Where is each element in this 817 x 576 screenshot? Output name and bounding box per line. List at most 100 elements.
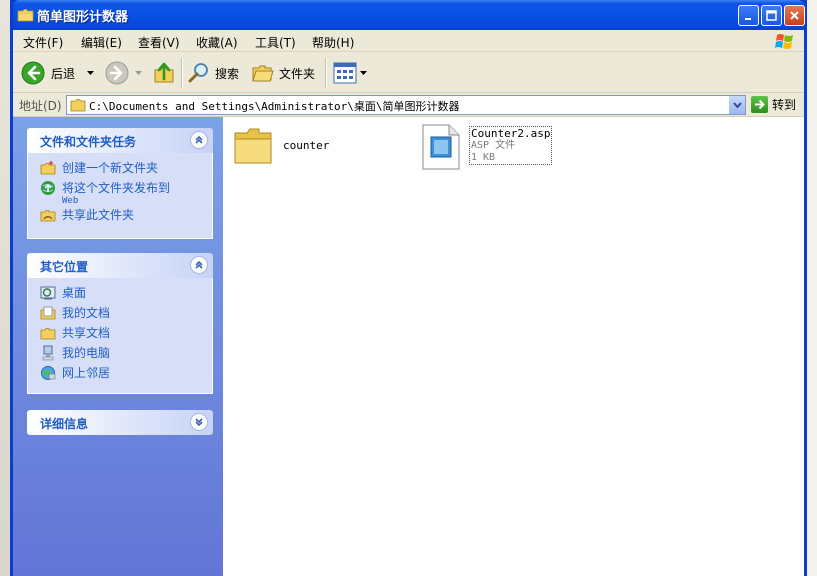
go-arrow-icon bbox=[751, 96, 768, 113]
toolbar-separator bbox=[325, 58, 326, 88]
views-button[interactable] bbox=[333, 60, 367, 86]
address-bar: 地址(D) C:\Documents and Settings\Administ… bbox=[13, 93, 804, 117]
task-label: 共享此文件夹 bbox=[62, 208, 135, 222]
place-label: 桌面 bbox=[62, 286, 87, 300]
file-counter2-asp[interactable]: Counter2.asp ASP 文件 1 KB bbox=[411, 123, 553, 173]
new-folder-icon bbox=[40, 161, 56, 175]
place-label: 我的电脑 bbox=[62, 346, 111, 360]
search-label: 搜索 bbox=[215, 66, 240, 81]
other-places-panel: 其它位置 桌面 我的文档 共享文档 我的电脑 网上邻居 bbox=[27, 253, 213, 394]
address-dropdown-button[interactable] bbox=[728, 96, 745, 114]
toolbar-separator bbox=[181, 58, 182, 88]
place-network[interactable]: 网上邻居 bbox=[40, 364, 212, 384]
file-name: Counter2.asp bbox=[471, 127, 551, 140]
asp-file-icon bbox=[422, 124, 460, 170]
minimize-button[interactable] bbox=[738, 5, 759, 26]
forward-arrow-icon bbox=[105, 61, 129, 85]
folders-icon bbox=[252, 65, 274, 82]
computer-icon bbox=[42, 345, 54, 361]
place-desktop[interactable]: 桌面 bbox=[40, 284, 212, 304]
chevron-up-double-icon bbox=[195, 260, 203, 269]
file-tasks-panel: 文件和文件夹任务 创建一个新文件夹 将这个文件夹发布到 Web 共享此文件夹 bbox=[27, 128, 213, 239]
forward-dropdown-icon[interactable] bbox=[135, 70, 142, 76]
window-title: 简单图形计数器 bbox=[37, 10, 129, 25]
menu-favorites[interactable]: 收藏(A) bbox=[196, 34, 238, 51]
back-label: 后退 bbox=[51, 66, 76, 81]
file-view[interactable]: counter Counter2.asp ASP 文件 1 KB bbox=[223, 117, 804, 576]
maximize-button[interactable] bbox=[761, 5, 782, 26]
network-globe-icon bbox=[41, 366, 56, 380]
chevron-down-double-icon bbox=[195, 418, 203, 427]
collapse-button[interactable] bbox=[190, 131, 208, 149]
task-label: 创建一个新文件夹 bbox=[62, 161, 159, 175]
place-label: 网上邻居 bbox=[62, 366, 111, 380]
desktop-icon bbox=[40, 286, 56, 300]
task-share-folder[interactable]: 共享此文件夹 bbox=[40, 206, 212, 226]
details-title: 详细信息 bbox=[40, 417, 89, 431]
file-size: 1 KB bbox=[471, 152, 496, 163]
other-places-title: 其它位置 bbox=[40, 260, 89, 274]
place-shared-documents[interactable]: 共享文档 bbox=[40, 324, 212, 344]
chevron-up-double-icon bbox=[195, 135, 203, 144]
collapse-button[interactable] bbox=[190, 256, 208, 274]
menu-file[interactable]: 文件(F) bbox=[23, 34, 63, 51]
maximize-icon bbox=[766, 10, 777, 21]
globe-arrow-icon bbox=[41, 181, 55, 195]
task-pane: 文件和文件夹任务 创建一个新文件夹 将这个文件夹发布到 Web 共享此文件夹 其… bbox=[13, 117, 223, 576]
other-places-body: 桌面 我的文档 共享文档 我的电脑 网上邻居 bbox=[27, 278, 213, 394]
go-button[interactable]: 转到 bbox=[751, 96, 796, 113]
go-label: 转到 bbox=[772, 98, 797, 112]
minimize-icon bbox=[744, 17, 751, 20]
explorer-window: 简单图形计数器 文件(F) 编辑(E) 查看(V) 收藏(A) 工具(T) 帮助… bbox=[10, 0, 807, 576]
details-header[interactable]: 详细信息 bbox=[27, 410, 213, 435]
search-icon bbox=[188, 63, 208, 83]
address-input[interactable]: C:\Documents and Settings\Administrator\… bbox=[66, 95, 746, 115]
close-icon bbox=[790, 11, 799, 20]
desktop-background-right bbox=[807, 0, 817, 576]
up-folder-icon bbox=[154, 62, 174, 83]
details-panel: 详细信息 bbox=[27, 410, 213, 435]
other-places-header[interactable]: 其它位置 bbox=[27, 253, 213, 278]
shared-folder-icon bbox=[40, 328, 56, 340]
share-folder-icon bbox=[40, 210, 56, 222]
place-my-computer[interactable]: 我的电脑 bbox=[40, 344, 212, 364]
task-label-main: 将这个文件夹发布到 bbox=[62, 181, 171, 195]
views-grid-icon bbox=[333, 62, 357, 84]
menu-help[interactable]: 帮助(H) bbox=[312, 34, 354, 51]
place-my-documents[interactable]: 我的文档 bbox=[40, 304, 212, 324]
folders-label: 文件夹 bbox=[279, 66, 316, 81]
title-bar[interactable]: 简单图形计数器 bbox=[13, 0, 805, 30]
file-tasks-title: 文件和文件夹任务 bbox=[40, 135, 137, 149]
back-arrow-icon bbox=[21, 61, 45, 85]
folder-icon bbox=[234, 128, 272, 164]
views-dropdown-icon[interactable] bbox=[360, 70, 367, 76]
place-label: 我的文档 bbox=[62, 306, 111, 320]
task-label: 将这个文件夹发布到 Web bbox=[62, 179, 170, 206]
menu-edit[interactable]: 编辑(E) bbox=[81, 34, 122, 51]
toolbar: 后退 搜索 文件夹 bbox=[13, 52, 804, 93]
back-dropdown-icon[interactable] bbox=[87, 70, 95, 76]
menu-view[interactable]: 查看(V) bbox=[138, 34, 180, 51]
address-path: C:\Documents and Settings\Administrator\… bbox=[89, 100, 460, 113]
place-label: 共享文档 bbox=[62, 326, 111, 340]
chevron-down-icon bbox=[732, 102, 742, 108]
file-type: ASP 文件 bbox=[471, 140, 516, 151]
file-name: counter bbox=[283, 139, 330, 152]
folder-icon bbox=[70, 99, 86, 112]
back-button[interactable]: 后退 bbox=[21, 60, 95, 86]
folder-icon bbox=[17, 9, 34, 22]
up-folder-button[interactable] bbox=[152, 60, 176, 86]
file-label-group: Counter2.asp ASP 文件 1 KB bbox=[469, 126, 553, 165]
search-button[interactable]: 搜索 bbox=[187, 60, 239, 86]
documents-icon bbox=[40, 306, 56, 320]
menu-tools[interactable]: 工具(T) bbox=[255, 34, 296, 51]
file-tasks-header[interactable]: 文件和文件夹任务 bbox=[27, 128, 213, 153]
task-new-folder[interactable]: 创建一个新文件夹 bbox=[40, 159, 212, 179]
windows-logo-icon bbox=[775, 34, 793, 49]
close-button[interactable] bbox=[784, 5, 805, 26]
forward-button[interactable] bbox=[105, 60, 142, 86]
folders-button[interactable]: 文件夹 bbox=[251, 60, 315, 86]
expand-button[interactable] bbox=[190, 413, 208, 431]
task-publish-web[interactable]: 将这个文件夹发布到 Web bbox=[40, 179, 212, 206]
folder-counter[interactable]: counter bbox=[233, 125, 373, 175]
